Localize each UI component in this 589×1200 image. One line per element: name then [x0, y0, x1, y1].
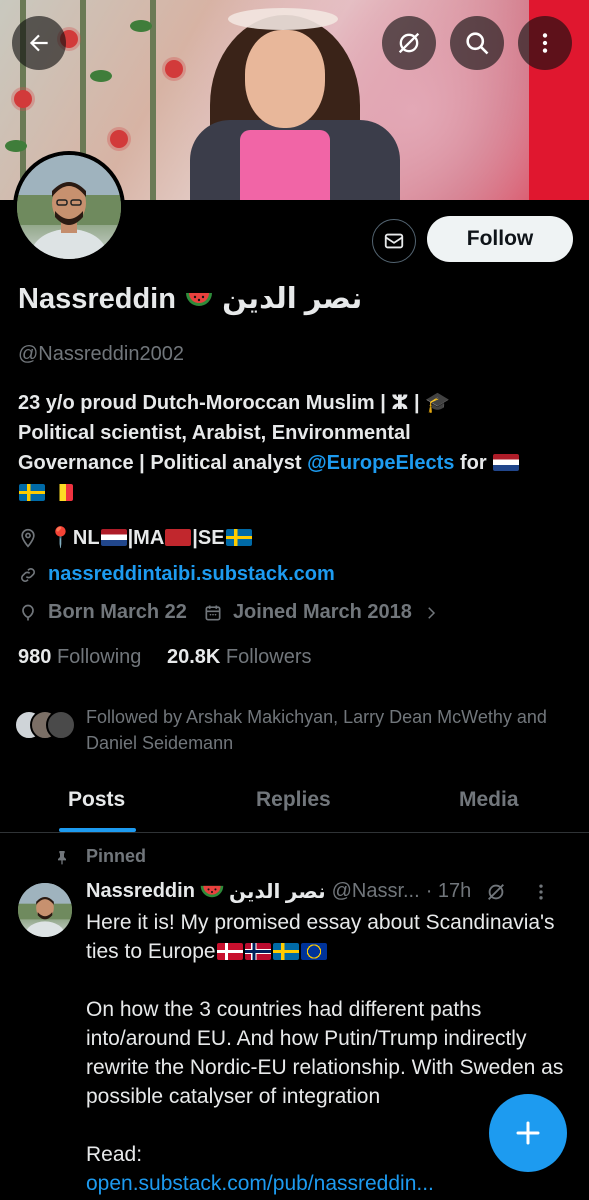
- post-author-avatar[interactable]: [18, 883, 72, 937]
- banner-leaf: [130, 20, 152, 32]
- bio-line-2: Political scientist, Arabist, Environmen…: [18, 422, 411, 444]
- banner-rope: [150, 0, 156, 200]
- grok-slash-icon: [398, 32, 420, 54]
- post-header: Nassreddin نصر الدين @Nassr... · 17h: [86, 879, 551, 904]
- chevron-right-icon[interactable]: [422, 604, 440, 622]
- more-button[interactable]: [518, 16, 572, 70]
- flag-netherlands-icon: [493, 454, 520, 471]
- pinned-label: Pinned: [86, 846, 147, 866]
- avatar-photo: [18, 883, 72, 937]
- banner-flower: [110, 130, 128, 148]
- following-stat[interactable]: 980 Following: [18, 646, 141, 668]
- location-ma: |MA: [127, 527, 165, 549]
- bio-mention-link[interactable]: @EuropeElects: [307, 452, 454, 474]
- banner-leaf: [5, 140, 27, 152]
- banner-face: [245, 30, 325, 128]
- plus-icon: [516, 1121, 540, 1145]
- banner-flower-crown: [228, 8, 338, 30]
- post-link[interactable]: open.substack.com/pub/nassreddin...: [86, 1169, 581, 1198]
- followed-by-text: Followed by Arshak Makichyan, Larry Dean…: [86, 707, 547, 753]
- profile-bio: 23 y/o proud Dutch-Moroccan Muslim | ⵣ |…: [18, 388, 578, 508]
- more-vertical-icon[interactable]: [531, 882, 551, 902]
- banner-leaf: [90, 70, 112, 82]
- pin-icon: [58, 850, 66, 864]
- followers-label: Followers: [225, 646, 312, 668]
- profile-name-en: Nassreddin: [18, 283, 176, 315]
- post-author-name-ar: نصر الدين: [228, 881, 326, 903]
- profile-location: 📍NL |MA |SE: [18, 525, 253, 550]
- flag-sweden-icon: [19, 484, 45, 501]
- profile-dates: Born March 22 Joined March 2018: [18, 601, 450, 624]
- post-time: · 17h: [425, 880, 472, 902]
- bio-line-1: 23 y/o proud Dutch-Moroccan Muslim | ⵣ |…: [18, 392, 451, 414]
- pinned-indicator: Pinned: [54, 846, 146, 867]
- banner-shirt: [240, 130, 330, 200]
- message-button[interactable]: [372, 219, 416, 263]
- profile-tabs: Posts Replies Media: [0, 770, 589, 833]
- active-tab-indicator: [59, 828, 136, 832]
- post-author-handle: @Nassr...: [331, 880, 420, 902]
- bio-line-3-text: Governance | Political analyst: [18, 452, 302, 474]
- profile-website[interactable]: nassreddintaibi.substack.com: [18, 563, 335, 586]
- flag-netherlands-icon: [100, 529, 127, 546]
- born-text: Born March 22: [48, 601, 187, 623]
- bio-line-3: Governance | Political analyst @EuropeEl…: [18, 448, 578, 478]
- flag-norway-icon: [244, 943, 271, 960]
- link-icon: [21, 567, 35, 582]
- profile-name: Nassreddin نصر الدين: [18, 281, 362, 316]
- calendar-icon: [205, 605, 221, 620]
- arrow-left-icon: [29, 34, 48, 52]
- grok-slash-icon[interactable]: [485, 881, 507, 903]
- post-paragraph-1: Here it is! My promised essay about Scan…: [86, 908, 581, 966]
- flag-belgium-icon: [52, 484, 73, 501]
- bio-line-4: [18, 478, 578, 508]
- watermelon-icon: [186, 293, 213, 306]
- followers-count: 20.8K: [166, 646, 221, 668]
- compose-button[interactable]: [489, 1094, 567, 1172]
- flag-eu-icon: [300, 943, 327, 960]
- search-icon: [466, 32, 489, 55]
- followers-stat[interactable]: 20.8K Followers: [167, 646, 312, 668]
- flag-morocco-icon: [165, 529, 192, 546]
- location-pin-emoji: 📍: [48, 527, 73, 549]
- banner-flower: [165, 60, 183, 78]
- location-se: |SE: [192, 527, 225, 549]
- avatar-photo: [17, 155, 121, 259]
- location-text: 📍NL |MA |SE: [48, 525, 253, 550]
- following-count: 980: [18, 646, 52, 668]
- following-label: Following: [56, 646, 142, 668]
- profile-name-ar: نصر الدين: [222, 283, 363, 315]
- joined-text: Joined March 2018: [232, 601, 412, 623]
- flag-denmark-icon: [216, 943, 243, 960]
- profile-handle: @Nassreddin2002: [18, 343, 184, 365]
- balloon-icon: [22, 604, 34, 620]
- flag-sweden-icon: [272, 943, 299, 960]
- flag-sweden-icon: [225, 529, 252, 546]
- tab-posts[interactable]: Posts: [68, 788, 125, 812]
- post-author-name[interactable]: Nassreddin: [86, 880, 195, 903]
- watermelon-icon: [200, 885, 224, 897]
- bio-for-text: for: [459, 452, 487, 474]
- location-nl: NL: [72, 527, 100, 549]
- more-vertical-icon: [542, 33, 548, 53]
- envelope-icon: [384, 233, 404, 249]
- search-button[interactable]: [450, 16, 504, 70]
- post-paragraph-2: On how the 3 countries had different pat…: [86, 998, 564, 1108]
- follower-avatar: [46, 710, 76, 740]
- profile-avatar[interactable]: [13, 151, 125, 263]
- banner-flower: [14, 90, 32, 108]
- tab-replies[interactable]: Replies: [256, 788, 331, 812]
- grok-button[interactable]: [382, 16, 436, 70]
- location-icon: [21, 528, 35, 548]
- tab-media[interactable]: Media: [459, 788, 519, 812]
- follow-button[interactable]: Follow: [427, 216, 573, 262]
- back-button[interactable]: [12, 16, 66, 70]
- profile-stats: 980 Following 20.8K Followers: [18, 646, 312, 669]
- website-link[interactable]: nassreddintaibi.substack.com: [48, 563, 335, 586]
